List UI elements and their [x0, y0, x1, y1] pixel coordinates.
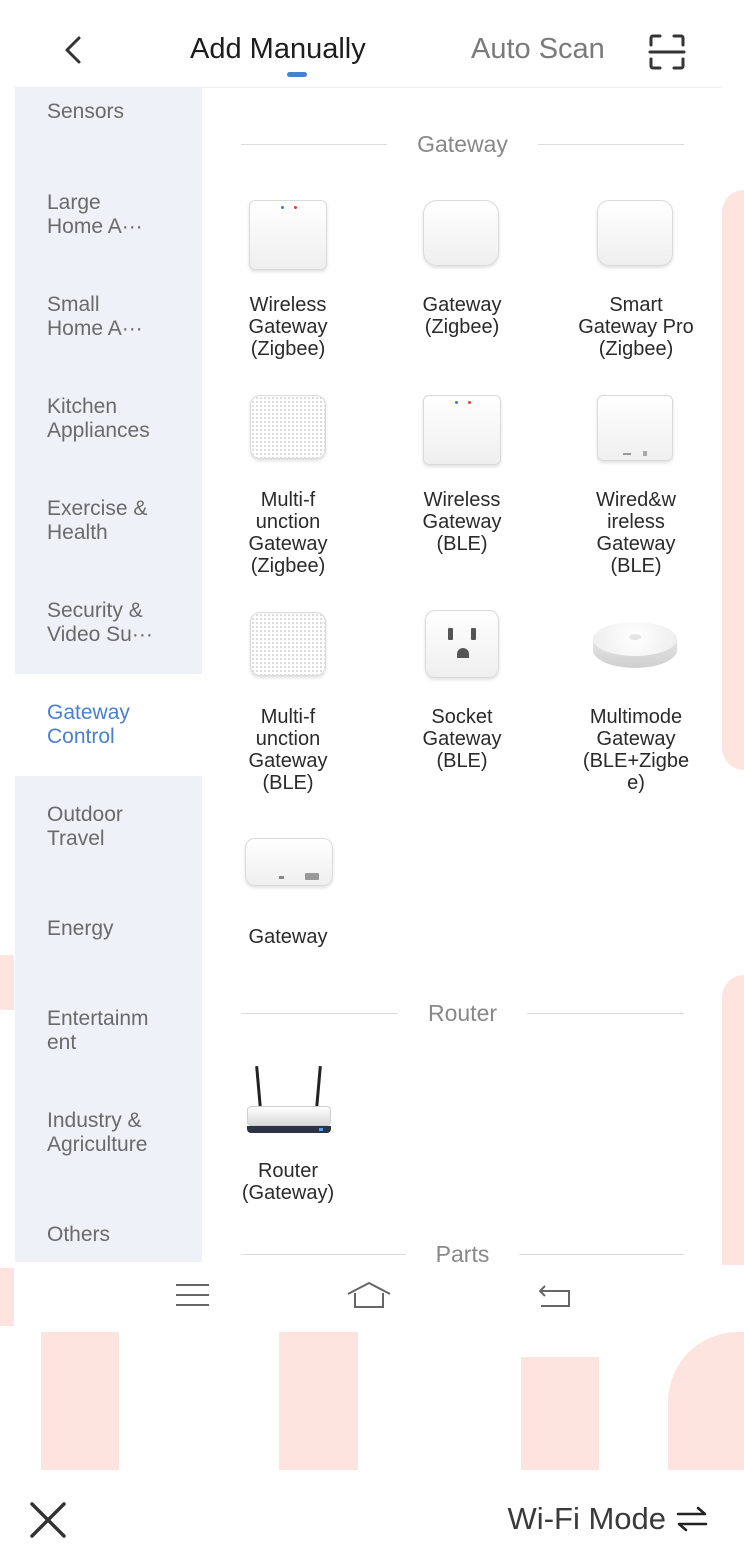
sidebar-item-others[interactable]: Others — [15, 1184, 202, 1262]
router-icon — [243, 1064, 333, 1148]
device-smart-gateway-pro-zigbee[interactable]: Smart Gateway Pro (Zigbee) — [556, 198, 716, 360]
device-label: Router (Gateway) — [241, 1160, 335, 1204]
system-nav-bar — [15, 1262, 722, 1332]
sidebar-item-gateway-control[interactable]: Gateway Control — [15, 674, 202, 776]
background-stripe — [41, 1332, 119, 1470]
background-stripe — [722, 190, 744, 770]
sidebar-item-label: Kitchen Appliances — [47, 395, 150, 442]
sidebar-item-label: Energy — [47, 917, 114, 940]
background-stripe — [0, 955, 14, 1010]
tab-add-manually[interactable]: Add Manually — [190, 33, 366, 66]
device-label: Gateway — [248, 926, 328, 948]
sidebar-item-exercise-health[interactable]: Exercise & Health — [15, 470, 202, 572]
sidebar-item-entertainment[interactable]: Entertainm ent — [15, 980, 202, 1082]
sidebar-item-label: Sensors — [47, 100, 125, 123]
sidebar-item-small-home-appliances[interactable]: Small Home A··· — [15, 266, 202, 368]
device-label: Wired&w ireless Gateway (BLE) — [595, 489, 676, 577]
white-hub-icon — [591, 198, 681, 282]
return-icon — [539, 1285, 570, 1307]
sidebar-item-label: Gateway Control — [47, 701, 130, 748]
device-label: Wireless Gateway (Zigbee) — [248, 294, 328, 360]
section-title: Router — [427, 999, 498, 1026]
wall-socket-icon — [417, 610, 507, 694]
section-header-router: Router — [241, 998, 685, 1028]
sidebar-item-label: Industry & Agriculture — [47, 1109, 148, 1156]
sidebar-item-label: Others — [47, 1223, 111, 1246]
device-gateway[interactable]: Gateway — [208, 830, 368, 948]
flat-hub-icon — [591, 393, 681, 477]
white-hub-icon — [417, 198, 507, 282]
background-stripe — [722, 975, 744, 1265]
device-socket-gateway-ble[interactable]: Socket Gateway (BLE) — [382, 610, 542, 772]
device-multifunction-gateway-zigbee[interactable]: Multi-f unction Gateway (Zigbee) — [208, 393, 368, 577]
section-title: Gateway — [417, 130, 508, 157]
background-stripe — [0, 1268, 14, 1326]
device-list: Gateway Wireless Gateway (Zigbee) Gatewa… — [202, 88, 722, 1262]
home-icon — [347, 1282, 391, 1308]
tab-auto-scan[interactable]: Auto Scan — [471, 33, 605, 66]
menu-icon — [176, 1284, 209, 1306]
device-label: Gateway (Zigbee) — [422, 294, 502, 338]
sidebar-item-sensors[interactable]: Sensors — [15, 61, 202, 163]
sidebar-item-label: Exercise & Health — [47, 497, 148, 544]
section-header-parts: Parts — [241, 1239, 684, 1262]
background-stripe — [521, 1357, 599, 1470]
add-device-panel: Add Manually Auto Scan Sensors Large Hom… — [15, 0, 722, 1262]
section-header-gateway: Gateway — [241, 129, 685, 159]
bottom-bar: Wi-Fi Mode — [0, 1470, 744, 1567]
background-stripe — [279, 1332, 358, 1470]
white-hub-icon — [417, 393, 507, 477]
device-wired-wireless-gateway-ble[interactable]: Wired&w ireless Gateway (BLE) — [556, 393, 716, 577]
swap-arrows-icon — [676, 1506, 708, 1532]
sidebar-item-label: Security & Video Su··· — [47, 599, 153, 646]
device-label: Smart Gateway Pro (Zigbee) — [578, 294, 694, 360]
device-multifunction-gateway-ble[interactable]: Multi-f unction Gateway (BLE) — [208, 610, 368, 794]
sidebar-item-kitchen-appliances[interactable]: Kitchen Appliances — [15, 368, 202, 470]
device-router-gateway[interactable]: Router (Gateway) — [208, 1064, 368, 1204]
device-label: Multimode Gateway (BLE+Zigbe e) — [582, 706, 690, 794]
background-stripe — [668, 1332, 744, 1470]
speaker-hub-icon — [243, 610, 333, 694]
device-label: Wireless Gateway (BLE) — [422, 489, 502, 555]
device-wireless-gateway-zigbee[interactable]: Wireless Gateway (Zigbee) — [208, 198, 368, 360]
menu-button[interactable] — [173, 1280, 213, 1310]
sidebar-item-label: Large Home A··· — [47, 191, 143, 238]
section-title: Parts — [435, 1240, 490, 1263]
wifi-mode-toggle[interactable]: Wi-Fi Mode — [508, 1501, 708, 1537]
round-hub-icon — [591, 610, 681, 694]
device-label: Socket Gateway (BLE) — [422, 706, 502, 772]
scan-button[interactable] — [647, 32, 687, 72]
sidebar-item-industry-agriculture[interactable]: Industry & Agriculture — [15, 1082, 202, 1184]
sidebar-item-large-home-appliances[interactable]: Large Home A··· — [15, 164, 202, 266]
close-button[interactable] — [26, 1498, 70, 1542]
sidebar-item-label: Entertainm ent — [47, 1007, 149, 1054]
device-gateway-zigbee[interactable]: Gateway (Zigbee) — [382, 198, 542, 338]
system-back-button[interactable] — [535, 1280, 575, 1310]
sidebar-item-energy[interactable]: Energy — [15, 878, 202, 980]
flat-hub-icon — [243, 830, 333, 914]
sidebar-item-outdoor-travel[interactable]: Outdoor Travel — [15, 776, 202, 878]
device-label: Multi-f unction Gateway (Zigbee) — [248, 489, 328, 577]
white-hub-icon — [243, 198, 333, 282]
sidebar-item-label: Outdoor Travel — [47, 803, 123, 850]
sidebar-item-label: Small Home A··· — [47, 293, 143, 340]
sidebar-item-security-video[interactable]: Security & Video Su··· — [15, 572, 202, 674]
device-wireless-gateway-ble[interactable]: Wireless Gateway (BLE) — [382, 393, 542, 555]
category-sidebar: Sensors Large Home A··· Small Home A··· … — [15, 88, 202, 1262]
scan-icon — [648, 34, 686, 70]
active-tab-indicator — [287, 72, 307, 77]
close-icon — [30, 1502, 66, 1538]
device-multimode-gateway[interactable]: Multimode Gateway (BLE+Zigbe e) — [556, 610, 716, 794]
device-label: Multi-f unction Gateway (BLE) — [248, 706, 328, 794]
speaker-hub-icon — [243, 393, 333, 477]
wifi-mode-label: Wi-Fi Mode — [507, 1501, 666, 1536]
home-button[interactable] — [346, 1280, 392, 1310]
